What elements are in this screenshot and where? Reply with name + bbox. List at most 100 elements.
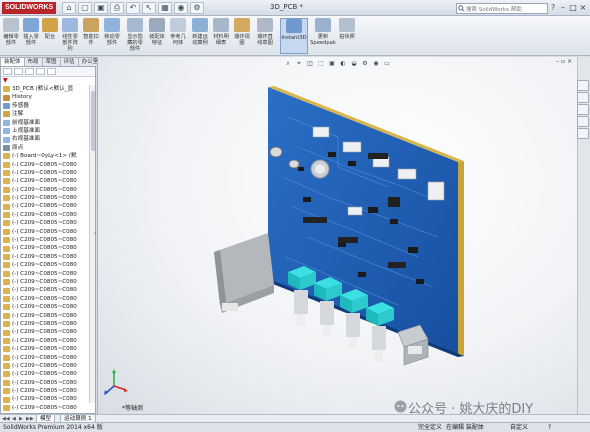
tree-item[interactable]: 传感器 [1,102,95,110]
view-palette-icon[interactable] [577,116,589,127]
quick-access-button[interactable]: ↖ [142,2,156,14]
tree-item[interactable]: (-) C209~C0805~C080 [1,312,95,320]
tree-item[interactable]: 注解 [1,110,95,118]
ribbon-command-button[interactable]: 线性零 部件阵 列 [60,18,80,54]
tree-item-icon [3,388,10,395]
tree-filter[interactable]: ▼ [1,77,95,85]
feature-manager-tabs [1,67,95,77]
ribbon-command-button[interactable]: 更新 Speedpak [310,18,336,54]
tree-item[interactable]: (-) C209~C0805~C080 [1,404,95,412]
quick-access-button[interactable]: ⎙ [110,2,124,14]
tree-item[interactable]: (-) Board~0yLy<1> (默 [1,152,95,160]
ribbon-command-button[interactable]: 爆炸直 线草图 [254,18,276,54]
appearances-icon[interactable] [577,128,589,139]
quick-access-button[interactable]: ⌂ [62,2,76,14]
display-manager-icon[interactable] [47,68,56,75]
tree-item[interactable]: (-) C209~C0805~C080 [1,161,95,169]
graphics-area[interactable]: ⌕ ⌖ ◫ ⬚ ▣ ◐ ◒ ⚙ ◉ ▭ – ▫ × [97,57,577,414]
tree-item[interactable]: (-) C209~C0805~C080 [1,345,95,353]
ribbon-command-button[interactable]: 材料明 细表 [212,18,230,54]
ribbon-command-button[interactable]: 显示隐 藏的零 部件 [124,18,146,54]
dimxpert-icon[interactable] [36,68,45,75]
tree-item-label: (-) C209~C0805~C080 [12,329,77,336]
tree-item[interactable]: (-) C209~C0805~C080 [1,328,95,336]
scrollbar-thumb[interactable] [91,91,95,151]
design-library-icon[interactable] [577,92,589,103]
ribbon-command-button[interactable]: 装配体 特征 [148,18,166,54]
file-explorer-icon[interactable] [577,104,589,115]
tree-item[interactable]: (-) C209~C0805~C080 [1,354,95,362]
minimize-button[interactable]: – [558,2,568,13]
tree-item[interactable]: (-) C209~C0805~C080 [1,219,95,227]
quick-access-button[interactable]: ↶ [126,2,140,14]
quick-access-button[interactable]: ▣ [94,2,108,14]
tree-scrollbar[interactable] [89,85,95,403]
tree-item[interactable]: (-) C209~C0805~C080 [1,194,95,202]
tree-item[interactable]: (-) C209~C0805~C080 [1,295,95,303]
tree-item[interactable]: 上视基准面 [1,127,95,135]
solidworks-resources-icon[interactable] [577,80,589,91]
tree-item[interactable]: (-) C209~C0805~C080 [1,211,95,219]
tree-item[interactable]: (-) C209~C0805~C080 [1,177,95,185]
ribbon-command-button[interactable]: 拍快照 [338,18,356,54]
tree-item[interactable]: (-) C209~C0805~C080 [1,186,95,194]
tree-item-icon [3,396,10,403]
tree-item[interactable]: (-) C209~C0805~C080 [1,303,95,311]
tree-item[interactable]: (-) C209~C0805~C080 [1,169,95,177]
units-custom[interactable]: 自定义 [510,423,528,432]
tree-item[interactable]: (-) C209~C0805~C080 [1,278,95,286]
tree-item[interactable]: (-) C209~C0805~C080 [1,395,95,403]
command-tab[interactable]: 布局 [23,57,43,66]
help-search-input[interactable]: 搜索 SolidWorks 帮助 [456,3,548,14]
tree-item[interactable]: (-) C209~C0805~C080 [1,202,95,210]
property-manager-icon[interactable] [14,68,23,75]
ribbon-command-button[interactable]: Instant3D [280,18,308,54]
tree-item[interactable]: 前视基准面 [1,119,95,127]
tree-item[interactable]: (-) C209~C0805~C080 [1,320,95,328]
maximize-button[interactable]: □ [568,2,578,13]
tree-item-label: (-) C209~C0805~C080 [12,203,77,210]
tree-item[interactable]: 右视基准面 [1,135,95,143]
ribbon-command-button[interactable]: 配合 [42,18,58,54]
status-help-icon[interactable]: ? [548,423,551,432]
tree-item[interactable]: (-) C209~C0805~C080 [1,244,95,252]
command-tab[interactable]: 评估 [59,57,79,66]
close-button[interactable]: × [578,2,588,13]
tree-item[interactable]: (-) C209~C0805~C080 [1,236,95,244]
tree-item[interactable]: (-) C209~C0805~C080 [1,337,95,345]
help-button[interactable]: ? [551,3,555,12]
tree-item[interactable]: (-) C209~C0805~C080 [1,261,95,269]
ribbon-command-button[interactable]: 编辑零 部件 [2,18,20,54]
ribbon-command-button[interactable]: 移动零 部件 [102,18,122,54]
ribbon-command-button[interactable]: 插入零 部件 [22,18,40,54]
command-tab[interactable]: 装配体 [0,57,25,66]
ribbon-command-button[interactable]: 参考几 何体 [168,18,188,54]
quick-access-button[interactable]: ◉ [174,2,188,14]
tree-item[interactable]: (-) C209~C0805~C080 [1,370,95,378]
ribbon-command-button[interactable]: 新建运 动算例 [190,18,210,54]
tree-item[interactable]: History [1,93,95,101]
tree-item[interactable]: (-) C209~C0805~C080 [1,362,95,370]
feature-tree-icon[interactable] [3,68,12,75]
quick-access-button[interactable]: ▦ [158,2,172,14]
quick-access-button[interactable]: ⚙ [190,2,204,14]
quick-access-button[interactable]: ▢ [78,2,92,14]
tree-item[interactable]: (-) C209~C0805~C080 [1,270,95,278]
command-icon [104,18,120,32]
tree-item[interactable]: (-) C209~C0805~C080 [1,387,95,395]
ribbon-command-button[interactable]: 爆炸视 图 [232,18,252,54]
command-tab[interactable]: 草图 [41,57,61,66]
grey-jack-block [214,233,274,313]
tree-item[interactable]: 3D_PCB (默认<默认_显 [1,85,95,93]
tree-item[interactable]: 原点 [1,144,95,152]
tree-item[interactable]: (-) C209~C0805~C080 [1,228,95,236]
tree-item[interactable]: (-) C209~C0805~C080 [1,253,95,261]
quick-access-toolbar: ⌂ ▢ ▣ ⎙ ↶ ↖ ▦ ◉ ⚙ [62,2,204,14]
tree-item[interactable]: (-) C209~C0805~C080 [1,286,95,294]
pcb-3d-model[interactable] [98,57,578,414]
ribbon-command-button[interactable]: 智能扣 件 [82,18,100,54]
tree-item-label: (-) Board~0yLy<1> (默 [12,153,77,160]
configuration-manager-icon[interactable] [25,68,34,75]
command-icon [315,18,331,32]
tree-item[interactable]: (-) C209~C0805~C080 [1,379,95,387]
